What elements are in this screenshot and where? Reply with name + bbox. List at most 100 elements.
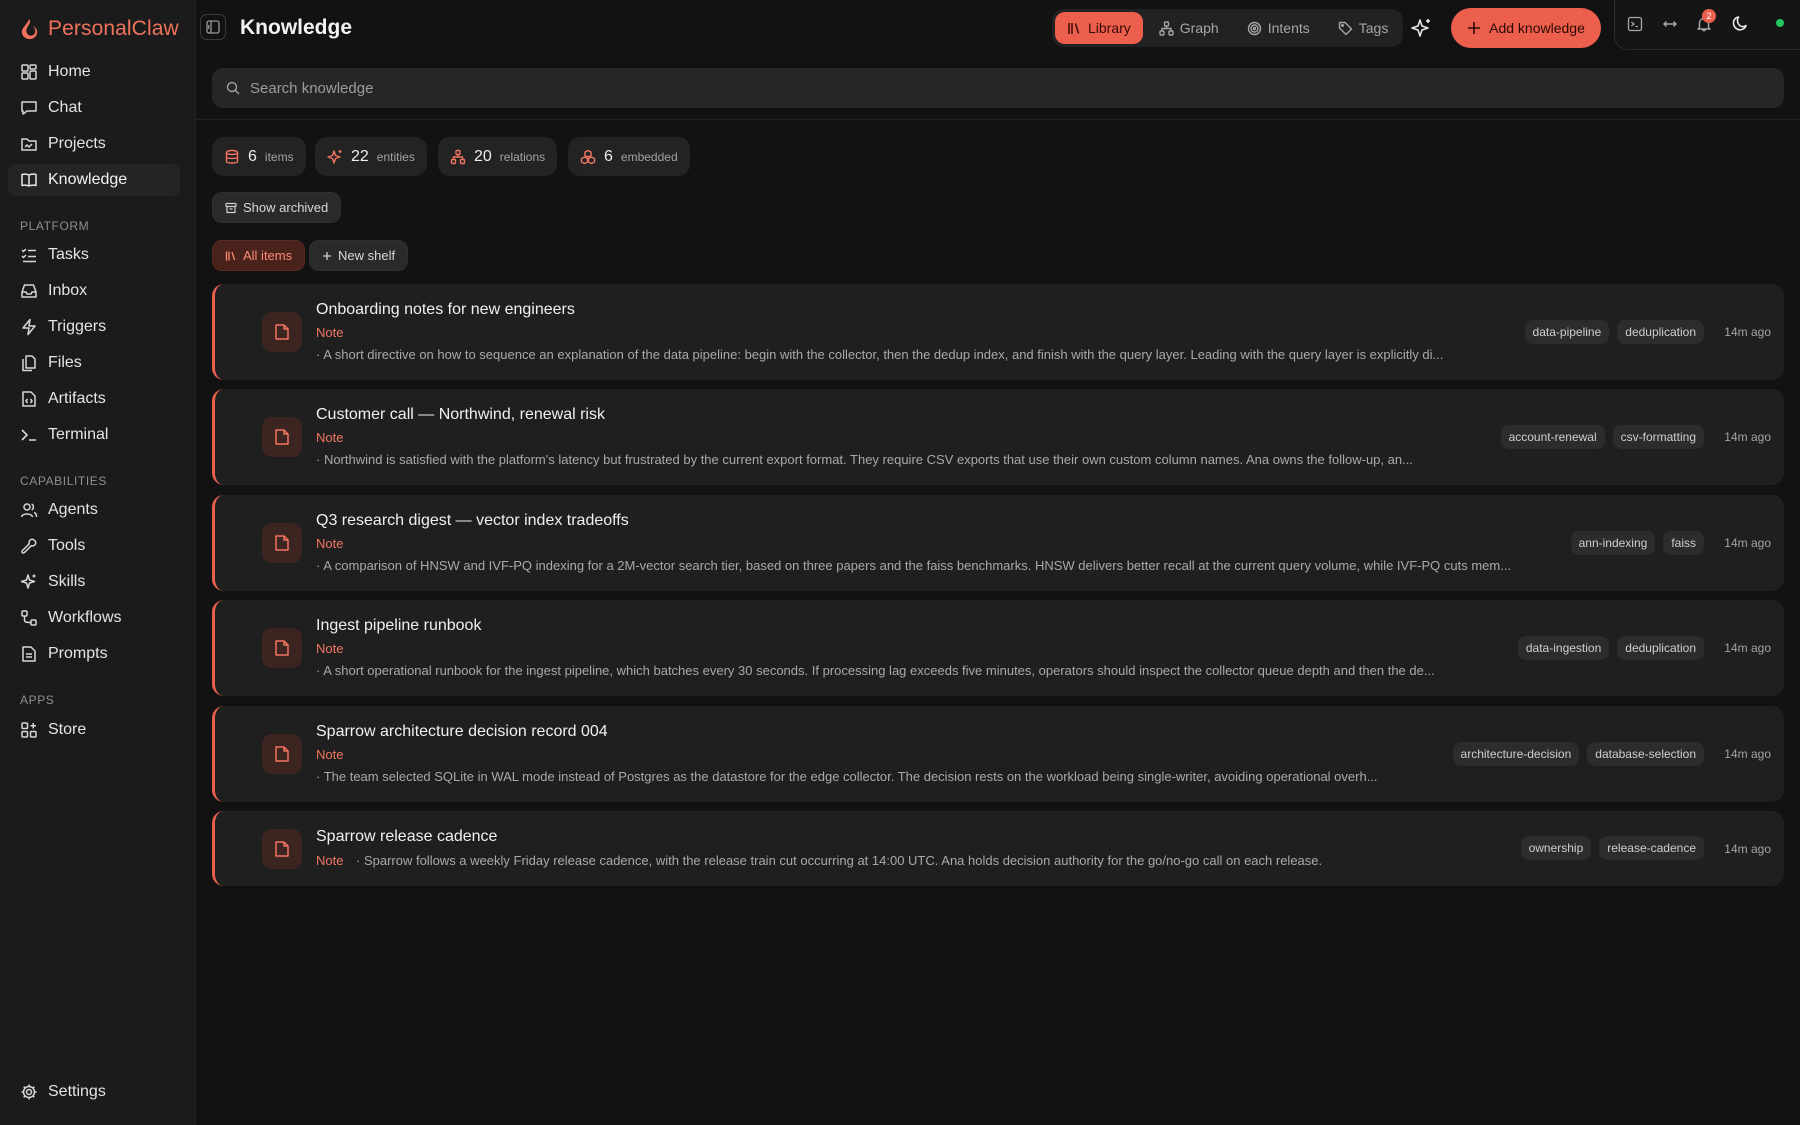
sidebar-item-home[interactable]: Home xyxy=(8,56,180,88)
sidebar-item-label: Chat xyxy=(48,99,82,116)
item-timestamp: 14m ago xyxy=(1724,842,1771,856)
knowledge-item-card[interactable]: Sparrow architecture decision record 004… xyxy=(212,706,1784,802)
sidebar-item-artifacts[interactable]: Artifacts xyxy=(8,383,180,415)
knowledge-item-card[interactable]: Customer call — Northwind, renewal risk … xyxy=(212,389,1784,485)
sidebar-item-label: Projects xyxy=(48,135,106,152)
item-title: Customer call — Northwind, renewal risk xyxy=(316,406,605,423)
view-tabs: Library Graph Intents Tags xyxy=(1052,9,1404,47)
item-type: Note xyxy=(316,430,344,445)
tag-chip[interactable]: account-renewal xyxy=(1500,425,1605,449)
search-input[interactable] xyxy=(250,79,1750,97)
notification-count-badge: 2 xyxy=(1702,9,1716,23)
item-summary: · A comparison of HNSW and IVF-PQ indexi… xyxy=(316,558,1512,573)
sparkles-icon xyxy=(327,149,343,165)
tag-chip[interactable]: architecture-decision xyxy=(1452,742,1580,766)
files-icon xyxy=(20,354,38,372)
inbox-icon xyxy=(20,282,38,300)
file-text-icon xyxy=(20,645,38,663)
item-tags: ann-indexing faiss xyxy=(1570,531,1704,555)
knowledge-item-card[interactable]: Ingest pipeline runbook Note · A short o… xyxy=(212,600,1784,696)
zap-icon xyxy=(20,318,38,336)
graph-icon xyxy=(1159,20,1174,36)
note-file-icon xyxy=(262,312,302,352)
sidebar-item-settings[interactable]: Settings xyxy=(8,1076,180,1108)
nav-section-apps: APPS xyxy=(20,693,55,707)
sidebar-item-tasks[interactable]: Tasks xyxy=(8,239,180,271)
sidebar-item-label: Home xyxy=(48,63,91,80)
sidebar-item-chat[interactable]: Chat xyxy=(8,92,180,124)
tab-label: Graph xyxy=(1179,20,1219,36)
sidebar-item-projects[interactable]: Projects xyxy=(8,128,180,160)
note-file-icon xyxy=(262,523,302,563)
sidebar-item-files[interactable]: Files xyxy=(8,347,180,379)
add-knowledge-button[interactable]: Add knowledge xyxy=(1451,8,1601,48)
sidebar-item-inbox[interactable]: Inbox xyxy=(8,275,180,307)
search-bar xyxy=(212,68,1784,108)
item-title: Onboarding notes for new engineers xyxy=(316,301,575,318)
knowledge-item-card[interactable]: Onboarding notes for new engineers Note … xyxy=(212,284,1784,380)
sidebar-item-triggers[interactable]: Triggers xyxy=(8,311,180,343)
sidebar-item-store[interactable]: Store xyxy=(8,714,180,746)
brand[interactable]: PersonalClaw xyxy=(20,14,179,44)
nav-section-capabilities: CAPABILITIES xyxy=(20,474,108,488)
library-icon xyxy=(1067,21,1082,36)
tab-library[interactable]: Library xyxy=(1055,12,1143,44)
sidebar-item-agents[interactable]: Agents xyxy=(8,494,180,526)
grid-plus-icon xyxy=(20,721,38,739)
item-title: Sparrow release cadence xyxy=(316,828,498,845)
tab-graph[interactable]: Graph xyxy=(1147,12,1231,44)
new-shelf-button[interactable]: New shelf xyxy=(309,240,409,271)
sidebar-toggle-button[interactable] xyxy=(200,14,226,40)
knowledge-item-card[interactable]: Q3 research digest — vector index tradeo… xyxy=(212,495,1784,591)
note-file-icon xyxy=(262,417,302,457)
knowledge-item-card[interactable]: Sparrow release cadence Note · Sparrow f… xyxy=(212,811,1784,886)
shelf-all-items[interactable]: All items xyxy=(212,240,306,271)
sidebar-item-terminal[interactable]: Terminal xyxy=(8,419,180,451)
tag-chip[interactable]: csv-formatting xyxy=(1612,425,1704,449)
sidebar-item-tools[interactable]: Tools xyxy=(8,530,180,562)
network-icon xyxy=(450,149,466,165)
sidebar-item-skills[interactable]: Skills xyxy=(8,566,180,598)
tag-chip[interactable]: deduplication xyxy=(1617,320,1704,344)
ai-assist-button[interactable] xyxy=(1408,14,1436,42)
terminal-toggle-button[interactable] xyxy=(1625,14,1645,34)
item-summary: · Sparrow follows a weekly Friday releas… xyxy=(356,853,1323,868)
tag-chip[interactable]: ownership xyxy=(1520,836,1592,860)
sidebar-item-label: Tasks xyxy=(48,246,89,263)
item-tags: data-ingestion deduplication xyxy=(1517,636,1704,660)
theme-toggle-button[interactable] xyxy=(1730,14,1750,34)
tag-chip[interactable]: deduplication xyxy=(1617,636,1704,660)
sidebar-item-workflows[interactable]: Workflows xyxy=(8,602,180,634)
item-tags: architecture-decision database-selection xyxy=(1452,742,1704,766)
tab-tags[interactable]: Tags xyxy=(1326,12,1401,44)
tag-chip[interactable]: data-ingestion xyxy=(1517,636,1610,660)
database-icon xyxy=(224,149,240,165)
shelf-label: All items xyxy=(243,248,293,263)
stat-label: embedded xyxy=(620,149,678,164)
item-timestamp: 14m ago xyxy=(1724,641,1771,655)
file-code-icon xyxy=(20,390,38,408)
sidebar-item-label: Skills xyxy=(48,573,86,590)
tag-chip[interactable]: database-selection xyxy=(1587,742,1704,766)
item-title: Q3 research digest — vector index tradeo… xyxy=(316,512,629,529)
plus-icon xyxy=(1467,21,1481,35)
boxes-icon xyxy=(580,149,596,165)
show-archived-label: Show archived xyxy=(243,200,329,215)
tag-chip[interactable]: faiss xyxy=(1663,531,1704,555)
expand-width-button[interactable] xyxy=(1660,14,1680,34)
tag-chip[interactable]: release-cadence xyxy=(1599,836,1704,860)
sparkles-icon xyxy=(1411,17,1433,39)
panel-left-icon xyxy=(206,20,220,34)
sidebar-item-label: Store xyxy=(48,721,87,738)
sidebar-item-prompts[interactable]: Prompts xyxy=(8,638,180,670)
tag-chip[interactable]: ann-indexing xyxy=(1570,531,1656,555)
show-archived-button[interactable]: Show archived xyxy=(212,192,342,223)
item-summary: · A short operational runbook for the in… xyxy=(316,663,1435,678)
new-shelf-label: New shelf xyxy=(338,248,396,263)
tab-intents[interactable]: Intents xyxy=(1235,12,1322,44)
sidebar-item-label: Terminal xyxy=(48,426,109,443)
stat-label: relations xyxy=(499,149,546,164)
tag-chip[interactable]: data-pipeline xyxy=(1524,320,1610,344)
sidebar-item-knowledge[interactable]: Knowledge xyxy=(8,164,180,196)
page-title: Knowledge xyxy=(240,16,353,39)
